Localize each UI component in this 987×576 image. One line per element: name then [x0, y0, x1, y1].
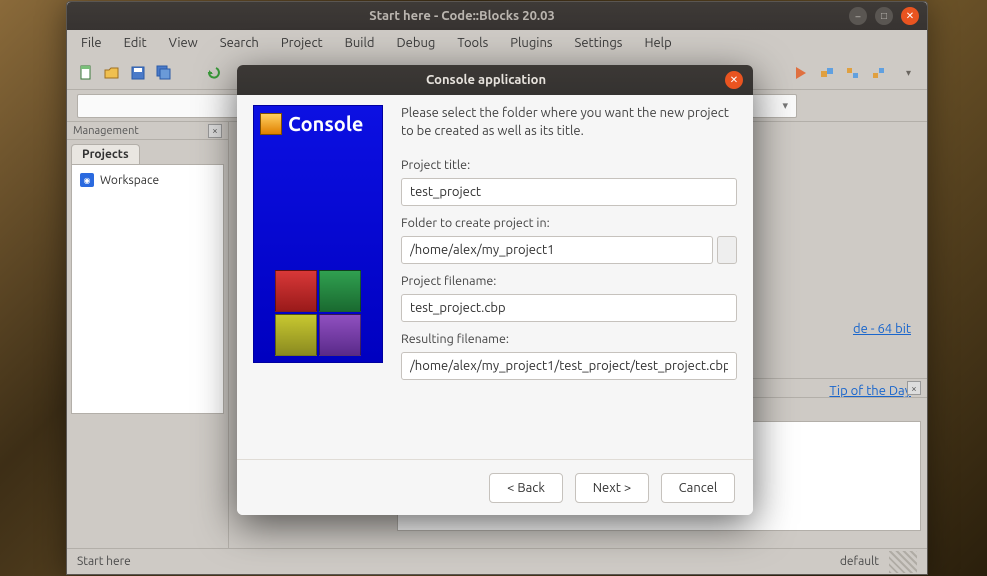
project-filename-input[interactable] [401, 294, 737, 322]
window-controls: – □ ✕ [849, 7, 919, 25]
management-header: Management × [67, 122, 228, 140]
rebuild-icon[interactable] [844, 64, 862, 82]
sidebar-title-label: Console [288, 112, 363, 135]
cube-icon [275, 314, 317, 356]
menu-project[interactable]: Project [271, 33, 333, 53]
management-header-label: Management [73, 125, 139, 137]
console-icon [260, 113, 282, 135]
tree-workspace[interactable]: ◉ Workspace [78, 171, 217, 189]
link-64bit[interactable]: de - 64 bit [853, 322, 911, 336]
run-icon[interactable] [792, 64, 810, 82]
project-title-input[interactable] [401, 178, 737, 206]
management-panel: Management × Projects ◉ Workspace [67, 122, 229, 548]
browse-folder-button[interactable] [717, 236, 737, 264]
menu-search[interactable]: Search [210, 33, 269, 53]
status-left: Start here [77, 555, 131, 568]
statusbar: Start here default [67, 548, 927, 574]
cube-icon [319, 314, 361, 356]
dialog-sidebar: Console [253, 105, 383, 363]
label-folder: Folder to create project in: [401, 216, 737, 230]
dialog-sidebar-title: Console [254, 106, 382, 141]
label-resulting-filename: Resulting filename: [401, 332, 737, 346]
dialog-title: Console application [247, 73, 725, 87]
decorative-cubes [254, 246, 382, 356]
menubar: File Edit View Search Project Build Debu… [67, 30, 927, 56]
menu-file[interactable]: File [71, 33, 112, 53]
menu-settings[interactable]: Settings [565, 33, 633, 53]
cube-icon [319, 270, 361, 312]
cancel-button[interactable]: Cancel [661, 473, 735, 503]
menu-debug[interactable]: Debug [386, 33, 445, 53]
menu-plugins[interactable]: Plugins [500, 33, 562, 53]
dialog-form: Please select the folder where you want … [401, 105, 737, 463]
label-project-filename: Project filename: [401, 274, 737, 288]
new-file-icon[interactable] [77, 64, 95, 82]
bottom-close-icon[interactable]: × [907, 381, 921, 395]
back-button[interactable]: < Back [489, 473, 563, 503]
cube-icon [275, 270, 317, 312]
folder-input[interactable] [401, 236, 713, 264]
dialog-footer: < Back Next > Cancel [237, 459, 753, 515]
dialog-intro: Please select the folder where you want … [401, 105, 737, 140]
label-project-title: Project title: [401, 158, 737, 172]
dialog-body: Console Please select the folder where y… [237, 95, 753, 463]
management-tabs: Projects [67, 140, 228, 164]
tree-workspace-label: Workspace [100, 174, 159, 187]
window-title: Start here - Code::Blocks 20.03 [75, 9, 849, 23]
management-close-icon[interactable]: × [208, 124, 222, 138]
abort-icon[interactable] [870, 64, 888, 82]
maximize-button[interactable]: □ [875, 7, 893, 25]
workspace-icon: ◉ [80, 173, 94, 187]
close-button[interactable]: ✕ [901, 7, 919, 25]
menu-tools[interactable]: Tools [447, 33, 498, 53]
undo-icon[interactable] [205, 64, 223, 82]
tab-projects[interactable]: Projects [71, 144, 140, 164]
status-right: default [840, 555, 879, 568]
dialog-close-icon[interactable]: ✕ [725, 71, 743, 89]
resize-grip-icon[interactable] [889, 551, 917, 573]
save-icon[interactable] [129, 64, 147, 82]
minimize-button[interactable]: – [849, 7, 867, 25]
menu-help[interactable]: Help [634, 33, 681, 53]
window-titlebar[interactable]: Start here - Code::Blocks 20.03 – □ ✕ [67, 2, 927, 30]
build-icon[interactable] [818, 64, 836, 82]
menu-build[interactable]: Build [335, 33, 385, 53]
next-button[interactable]: Next > [575, 473, 649, 503]
open-file-icon[interactable] [103, 64, 121, 82]
console-application-dialog: Console application ✕ Console Please sel… [237, 65, 753, 515]
save-all-icon[interactable] [155, 64, 173, 82]
dialog-titlebar[interactable]: Console application ✕ [237, 65, 753, 95]
project-tree[interactable]: ◉ Workspace [71, 164, 224, 414]
toolbar-overflow-icon[interactable]: ▾ [900, 67, 917, 79]
menu-edit[interactable]: Edit [114, 33, 157, 53]
menu-view[interactable]: View [159, 33, 208, 53]
resulting-filename-input[interactable] [401, 352, 737, 380]
